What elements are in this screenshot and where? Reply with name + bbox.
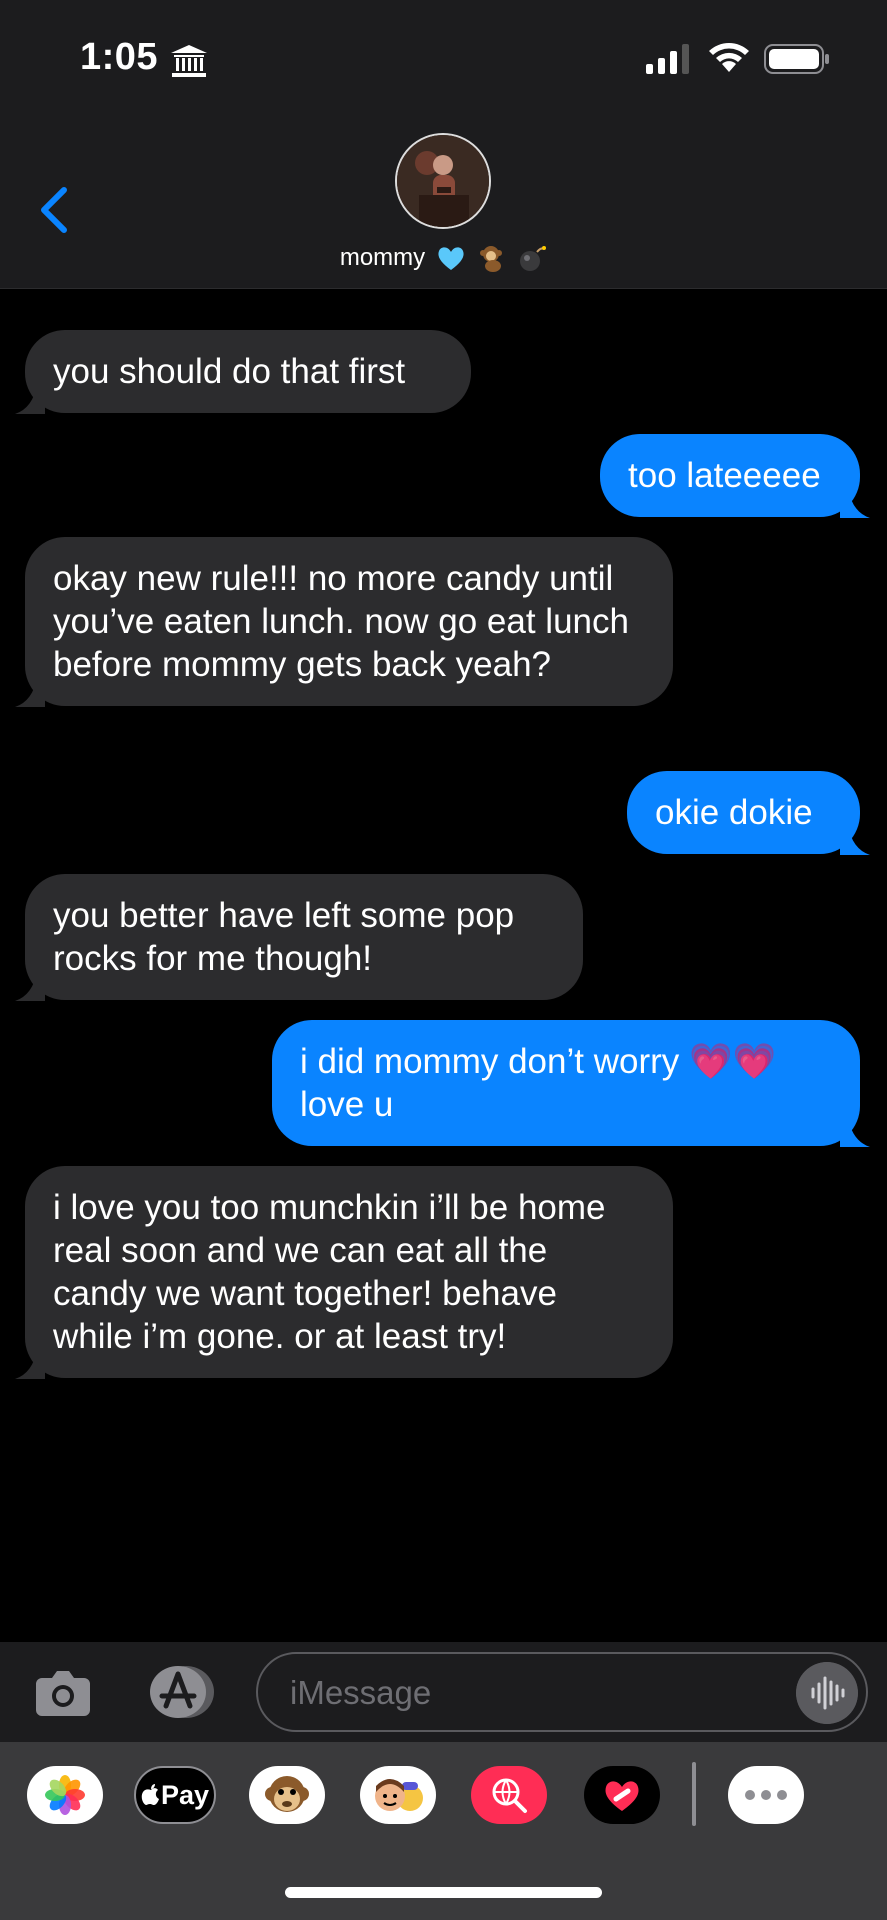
incoming-message-bubble[interactable]: you should do that first [15,330,471,414]
photos-icon [45,1775,85,1815]
bubble-tail-icon [15,1349,45,1379]
contact-name-row[interactable]: mommy [0,243,887,273]
outgoing-message-bubble[interactable]: too lateeeee [600,434,870,518]
message-thread[interactable]: you should do that first too lateeeee ok… [0,289,887,1641]
app-store-icon[interactable] [142,1664,218,1720]
camera-icon[interactable] [34,1666,92,1718]
message-text: you should do that first [53,352,406,391]
bank-icon [171,45,207,77]
message-input[interactable] [288,1666,762,1720]
contact-name: mommy [339,244,426,271]
message-text: i love you too munchkin i’ll be home rea… [53,1188,606,1356]
outgoing-message-bubble[interactable]: okie dokie [627,771,870,855]
apple-pay-button[interactable]: Pay [134,1766,216,1824]
monkey-animoji-icon [265,1776,309,1812]
apple-pay-label: Pay [160,1779,210,1810]
battery-icon [764,44,829,74]
blue-heart-icon [438,247,464,270]
avatar-photo-icon [397,135,489,227]
animoji-app-button[interactable] [249,1766,325,1824]
message-text: too lateeeee [628,456,821,495]
incoming-message-bubble[interactable]: you better have left some pop rocks for … [15,874,583,1001]
cellular-signal-icon [646,44,689,74]
ellipsis-icon [745,1790,787,1800]
message-text: you better have left some pop rocks for … [53,896,515,978]
image-search-button[interactable] [471,1766,547,1824]
message-text: i did mommy don’t worry 💗💗 love u [300,1042,777,1124]
compose-bar [0,1642,887,1742]
message-text: okay new rule!!! no more candy until you… [53,559,629,684]
outgoing-message-bubble[interactable]: i did mommy don’t worry 💗💗 love u [272,1020,870,1147]
bubble-tail-icon [840,1117,870,1147]
more-apps-button[interactable] [728,1766,804,1824]
incoming-message-bubble[interactable]: i love you too munchkin i’ll be home rea… [15,1166,673,1379]
app-strip-divider [692,1762,696,1826]
globe-search-icon [492,1778,527,1813]
bubble-tail-icon [15,971,45,1001]
back-chevron-icon[interactable] [30,180,80,240]
status-time: 1:05 [80,36,159,78]
apple-logo-icon [141,1784,159,1805]
bubble-tail-icon [15,384,45,414]
bubble-tail-icon [15,677,45,707]
memoji-icon [375,1779,423,1811]
conversation-header: mommy [0,115,887,289]
incoming-message-bubble[interactable]: okay new rule!!! no more candy until you… [15,537,673,707]
heart-touch-icon [605,1781,639,1811]
imessage-field[interactable] [256,1652,868,1732]
wifi-icon [709,43,749,72]
contact-avatar[interactable] [395,133,491,229]
bubble-tail-icon [840,488,870,518]
monkey-icon [479,246,502,272]
bomb-icon [520,246,547,271]
digital-touch-button[interactable] [584,1766,660,1824]
audio-waveform-icon[interactable] [796,1662,858,1724]
photos-app-button[interactable] [27,1766,103,1824]
bubble-tail-icon [840,825,870,855]
status-bar: 1:05 [0,0,887,115]
home-indicator[interactable] [285,1887,602,1898]
message-text: okie dokie [655,793,813,832]
memoji-stickers-button[interactable] [360,1766,436,1824]
